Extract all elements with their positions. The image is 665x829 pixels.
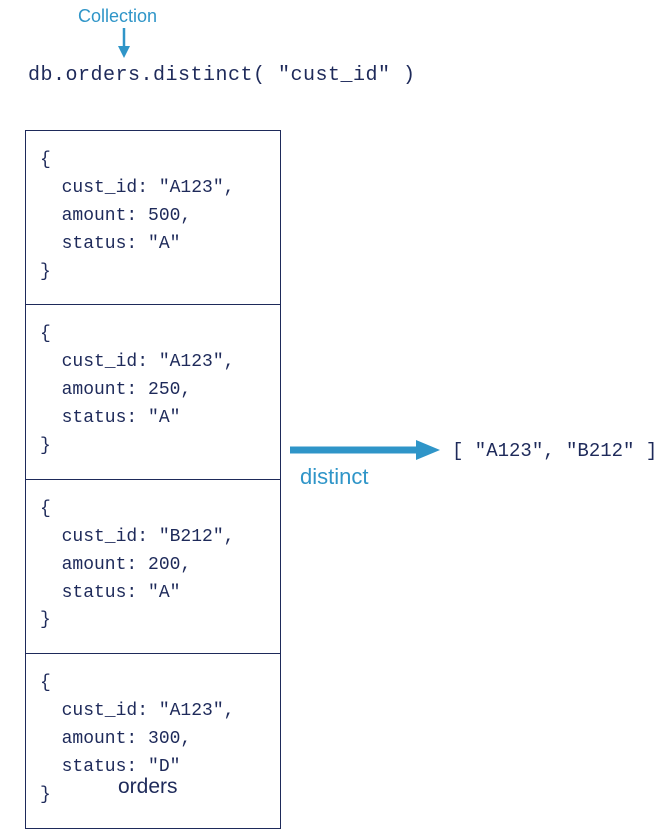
annotation-collection: Collection	[78, 6, 157, 27]
document-3: { cust_id: "A123", amount: 300, status: …	[26, 654, 280, 827]
collection-box: { cust_id: "A123", amount: 500, status: …	[25, 130, 281, 829]
operation-label: distinct	[300, 464, 368, 490]
arrow-down-icon	[114, 28, 134, 58]
result-array: [ "A123", "B212" ]	[452, 440, 657, 462]
arrow-right-icon	[290, 438, 440, 462]
query-expression: db.orders.distinct( "cust_id" )	[28, 64, 416, 87]
document-1: { cust_id: "A123", amount: 250, status: …	[26, 305, 280, 479]
document-0: { cust_id: "A123", amount: 500, status: …	[26, 131, 280, 305]
document-2: { cust_id: "B212", amount: 200, status: …	[26, 480, 280, 654]
collection-name-label: orders	[118, 775, 178, 799]
